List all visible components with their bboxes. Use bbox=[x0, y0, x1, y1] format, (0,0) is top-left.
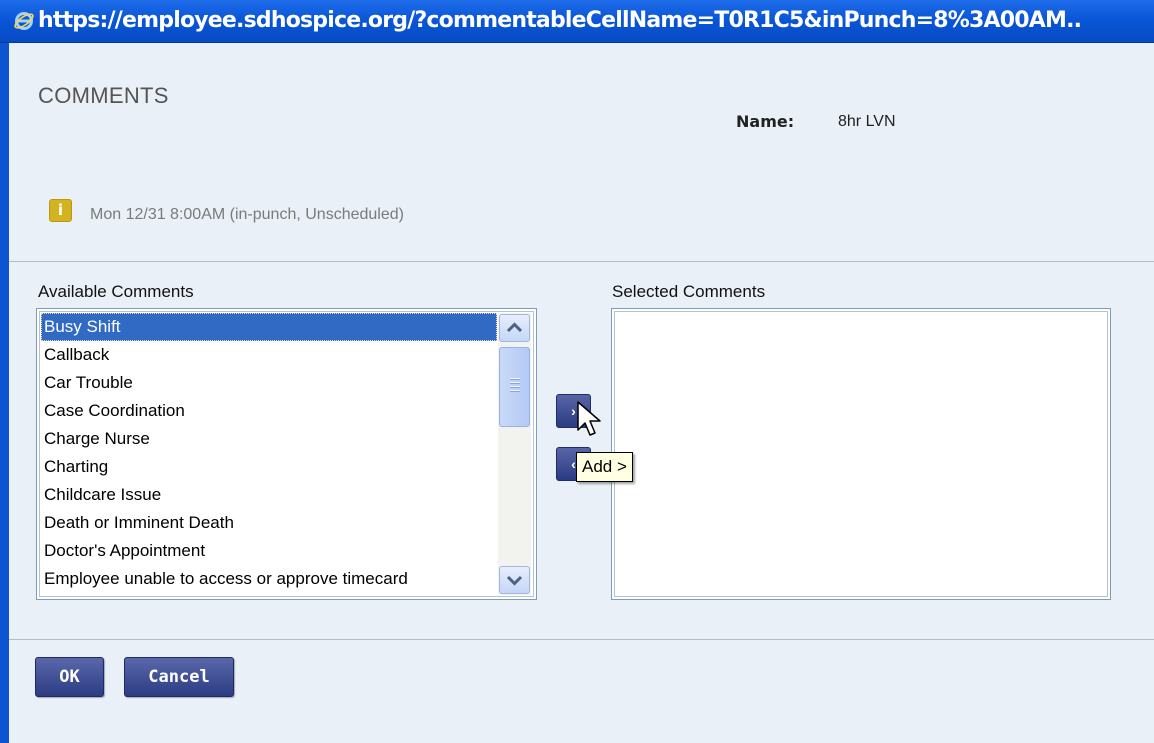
page-title: COMMENTS bbox=[38, 83, 169, 108]
info-icon: i bbox=[49, 199, 72, 222]
divider-bottom bbox=[9, 639, 1154, 640]
ok-button[interactable]: OK bbox=[35, 657, 104, 697]
chevron-down-icon bbox=[506, 575, 523, 586]
list-item[interactable]: Busy Shift bbox=[41, 313, 497, 341]
chevron-up-icon bbox=[506, 322, 523, 333]
window-title-url: https://employee.sdhospice.org/?commenta… bbox=[38, 8, 1082, 33]
window-left-border bbox=[0, 43, 9, 743]
selected-comments-list[interactable] bbox=[611, 308, 1111, 600]
selected-comments-label: Selected Comments bbox=[612, 282, 766, 301]
available-comments-label: Available Comments bbox=[38, 282, 194, 301]
list-item[interactable]: Employee unable to access or approve tim… bbox=[41, 565, 497, 593]
scroll-grip-icon bbox=[510, 378, 520, 392]
list-item[interactable]: Charting bbox=[41, 453, 497, 481]
divider-top bbox=[9, 261, 1154, 262]
scroll-thumb[interactable] bbox=[499, 347, 530, 427]
window-titlebar: https://employee.sdhospice.org/?commenta… bbox=[0, 0, 1154, 43]
list-item[interactable]: Doctor's Appointment bbox=[41, 537, 497, 565]
punch-info-text: Mon 12/31 8:00AM (in-punch, Unscheduled) bbox=[90, 206, 404, 223]
list-item[interactable]: Callback bbox=[41, 341, 497, 369]
available-comments-items: Busy Shift Callback Car Trouble Case Coo… bbox=[41, 313, 497, 595]
internet-explorer-icon bbox=[14, 12, 34, 30]
available-comments-list[interactable]: Busy Shift Callback Car Trouble Case Coo… bbox=[36, 308, 537, 600]
scroll-down-button[interactable] bbox=[499, 566, 530, 594]
list-item[interactable]: Death or Imminent Death bbox=[41, 509, 497, 537]
list-item[interactable]: Car Trouble bbox=[41, 369, 497, 397]
name-label: Name: bbox=[736, 112, 795, 131]
name-value: 8hr LVN bbox=[838, 113, 896, 130]
add-button-tooltip: Add > bbox=[576, 452, 633, 482]
scroll-up-button[interactable] bbox=[499, 314, 530, 342]
mouse-pointer-icon bbox=[577, 401, 601, 436]
available-list-scrollbar[interactable] bbox=[498, 313, 531, 595]
list-item[interactable]: Charge Nurse bbox=[41, 425, 497, 453]
cancel-button[interactable]: Cancel bbox=[124, 657, 234, 697]
list-item[interactable]: Childcare Issue bbox=[41, 481, 497, 509]
list-item[interactable]: Case Coordination bbox=[41, 397, 497, 425]
